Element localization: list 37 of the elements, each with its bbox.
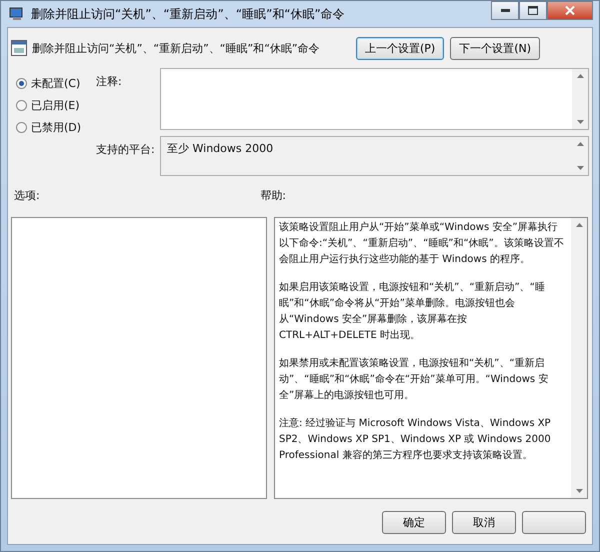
radio-icon[interactable] xyxy=(16,122,27,133)
radio-icon[interactable] xyxy=(16,100,27,111)
maximize-icon xyxy=(528,6,538,15)
window-title: 删除并阻止访问“关机”、“重新启动”、“睡眠”和“休眠”命令 xyxy=(31,6,345,22)
options-label: 选项: xyxy=(14,188,40,203)
policy-title: 删除并阻止访问“关机”、“重新启动”、“睡眠”和“休眠”命令 xyxy=(32,40,320,56)
nav-button[interactable]: 下一个设置(N) xyxy=(450,36,540,60)
computer-icon xyxy=(9,7,25,21)
maximize-button[interactable] xyxy=(519,1,547,20)
help-paragraph: 如果禁用或未配置该策略设置，电源按钮和“关机”、“重新启动”、“睡眠”和“休眠”命令在“开始”菜单可用。“Windows 安全”屏幕上的电源按钮也可用。 xyxy=(279,356,550,403)
radio-option[interactable]: 已启用(E) xyxy=(16,98,96,113)
scroll-down-icon[interactable] xyxy=(576,166,584,170)
platform-label: 支持的平台: xyxy=(96,142,156,158)
policy-icon xyxy=(11,40,27,56)
apply-button[interactable] xyxy=(522,511,586,534)
radio-icon[interactable] xyxy=(16,78,27,89)
help-label: 帮助: xyxy=(260,188,286,203)
scroll-down-icon[interactable] xyxy=(576,489,582,493)
close-button[interactable] xyxy=(547,1,593,20)
radio-option[interactable]: 已禁用(D) xyxy=(16,120,96,135)
dialog-button[interactable]: 取消 xyxy=(452,511,516,534)
nav-button[interactable]: 上一个设置(P) xyxy=(356,36,444,60)
minimize-button[interactable] xyxy=(491,1,519,20)
help-paragraph: 如果启用该策略设置，电源按钮和“关机”、“重新启动”、“睡眠”和“休眠”命令将从“开始”菜单删除。电源按钮也会从“Windows 安全”屏幕删除，该屏幕在按 CTRL+ALT+DELETE 时出现。 xyxy=(279,280,546,343)
help-paragraph: 注意: 经过验证与 Microsoft Windows Vista、Windows XP SP2、Windows XP SP1、Windows XP 或 Windows 2000 Professional 兼容的第三方程序也要求支持该策略设置。 xyxy=(279,416,552,463)
dialog-button[interactable]: 确定 xyxy=(382,511,446,534)
comment-label: 注释: xyxy=(96,74,123,90)
scroll-up-icon[interactable] xyxy=(576,74,584,78)
minimize-icon xyxy=(500,9,510,12)
radio-option[interactable]: 未配置(C) xyxy=(16,76,96,91)
platform-field: 至少 Windows 2000 xyxy=(160,136,589,176)
scroll-up-icon[interactable] xyxy=(576,223,582,227)
help-paragraph: 该策略设置阻止用户从“开始”菜单或“Windows 安全”屏幕执行以下命令:“关机”、“重新启动”、“睡眠”和“休眠”。该策略设置不会阻止用户运行执行这些功能的基于 Windows 的程序。 xyxy=(279,220,565,267)
comment-field[interactable] xyxy=(160,68,589,130)
scroll-down-icon[interactable] xyxy=(576,120,584,124)
scroll-up-icon[interactable] xyxy=(576,142,584,146)
close-icon xyxy=(565,6,575,15)
